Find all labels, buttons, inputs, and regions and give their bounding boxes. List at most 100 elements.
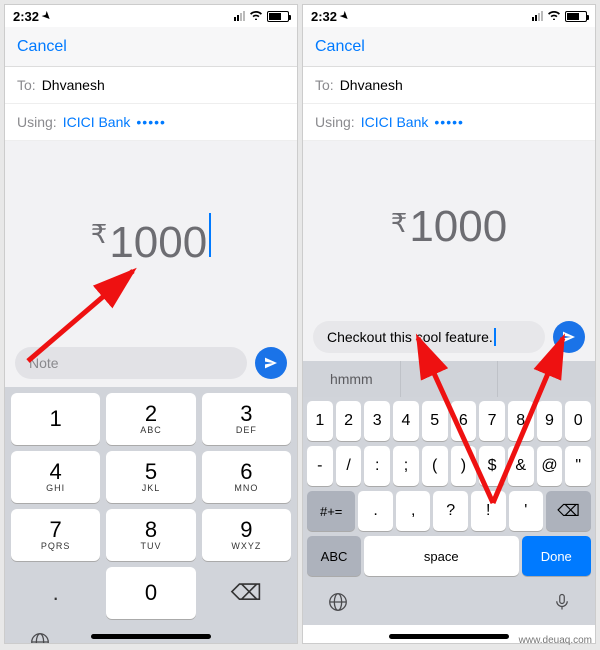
key-2[interactable]: 2ABC <box>106 393 195 445</box>
key-7[interactable]: 7 <box>479 401 505 441</box>
qwerty-keyboard: 1 2 3 4 5 6 7 8 9 0 - / : ; ( ) $ & @ " … <box>303 397 595 585</box>
key-altshift[interactable]: #+= <box>307 491 355 531</box>
account-masked: ••••• <box>136 114 166 130</box>
note-placeholder: Note <box>29 355 59 371</box>
note-bar: Note <box>5 339 297 387</box>
key-quote[interactable]: " <box>565 446 591 486</box>
numeric-keypad: 1 2ABC 3DEF 4GHI 5JKL 6MNO 7PQRS 8TUV 9W… <box>5 387 297 625</box>
key-space[interactable]: space <box>364 536 518 576</box>
key-rparen[interactable]: ) <box>451 446 477 486</box>
predictive-item[interactable]: hmmm <box>303 361 401 397</box>
text-cursor <box>209 213 211 257</box>
battery-icon <box>267 11 289 22</box>
mic-icon[interactable] <box>553 591 571 619</box>
status-time: 2:32 <box>311 9 337 24</box>
key-8[interactable]: 8TUV <box>106 509 195 561</box>
amount-area[interactable]: ₹ 1000 <box>5 141 297 339</box>
key-at[interactable]: @ <box>537 446 563 486</box>
predictive-bar: hmmm <box>303 361 595 397</box>
navbar: Cancel <box>5 27 297 67</box>
key-apostrophe[interactable]: ' <box>509 491 544 531</box>
using-label: Using: <box>315 114 355 130</box>
wifi-icon <box>249 9 263 23</box>
key-4[interactable]: 4GHI <box>11 451 100 503</box>
key-question[interactable]: ? <box>433 491 468 531</box>
key-dot[interactable]: . <box>11 567 100 619</box>
key-8[interactable]: 8 <box>508 401 534 441</box>
key-dollar[interactable]: $ <box>479 446 505 486</box>
signal-icon <box>234 11 245 21</box>
key-done[interactable]: Done <box>522 536 592 576</box>
text-cursor <box>494 328 496 346</box>
key-5[interactable]: 5JKL <box>106 451 195 503</box>
location-icon: ➤ <box>337 9 351 23</box>
note-input[interactable]: Checkout this cool feature. <box>313 321 545 353</box>
key-4[interactable]: 4 <box>393 401 419 441</box>
key-9[interactable]: 9WXYZ <box>202 509 291 561</box>
key-semicolon[interactable]: ; <box>393 446 419 486</box>
keyboard-bottom-bar <box>303 585 595 625</box>
watermark: www.deuaq.com <box>519 635 592 646</box>
currency-symbol: ₹ <box>391 208 408 239</box>
key-7[interactable]: 7PQRS <box>11 509 100 561</box>
key-0[interactable]: 0 <box>565 401 591 441</box>
key-1[interactable]: 1 <box>307 401 333 441</box>
phone-right: 2:32 ➤ Cancel To: Dhvanesh Using: ICICI … <box>302 4 596 644</box>
key-0[interactable]: 0 <box>106 567 195 619</box>
key-3[interactable]: 3DEF <box>202 393 291 445</box>
key-5[interactable]: 5 <box>422 401 448 441</box>
globe-icon[interactable] <box>327 591 349 619</box>
key-amp[interactable]: & <box>508 446 534 486</box>
key-9[interactable]: 9 <box>537 401 563 441</box>
to-row[interactable]: To: Dhvanesh <box>5 67 297 104</box>
home-indicator[interactable] <box>91 634 211 639</box>
using-row[interactable]: Using: ICICI Bank ••••• <box>303 104 595 141</box>
predictive-item[interactable] <box>498 361 595 397</box>
key-abc[interactable]: ABC <box>307 536 361 576</box>
key-comma[interactable]: , <box>396 491 431 531</box>
key-dash[interactable]: - <box>307 446 333 486</box>
status-bar: 2:32 ➤ <box>5 5 297 27</box>
key-backspace[interactable]: ⌫ <box>546 491 591 531</box>
location-icon: ➤ <box>39 9 53 23</box>
home-indicator[interactable] <box>389 634 509 639</box>
amount-value: 1000 <box>109 218 207 268</box>
note-bar: Checkout this cool feature. <box>303 313 595 361</box>
key-6[interactable]: 6MNO <box>202 451 291 503</box>
account-masked: ••••• <box>434 114 464 130</box>
battery-icon <box>565 11 587 22</box>
key-3[interactable]: 3 <box>364 401 390 441</box>
globe-icon[interactable] <box>29 631 51 644</box>
amount-area[interactable]: ₹ 1000 <box>303 141 595 313</box>
cancel-button[interactable]: Cancel <box>17 38 67 56</box>
key-exclaim[interactable]: ! <box>471 491 506 531</box>
predictive-item[interactable] <box>401 361 499 397</box>
amount-value: 1000 <box>409 202 507 252</box>
to-label: To: <box>315 77 334 93</box>
to-row[interactable]: To: Dhvanesh <box>303 67 595 104</box>
bank-name: ICICI Bank <box>63 114 131 130</box>
note-input[interactable]: Note <box>15 347 247 379</box>
key-backspace[interactable]: ⌫ <box>202 567 291 619</box>
key-slash[interactable]: / <box>336 446 362 486</box>
signal-icon <box>532 11 543 21</box>
key-6[interactable]: 6 <box>451 401 477 441</box>
cancel-button[interactable]: Cancel <box>315 38 365 56</box>
key-2[interactable]: 2 <box>336 401 362 441</box>
status-time: 2:32 <box>13 9 39 24</box>
key-1[interactable]: 1 <box>11 393 100 445</box>
send-button[interactable] <box>255 347 287 379</box>
using-row[interactable]: Using: ICICI Bank ••••• <box>5 104 297 141</box>
bank-name: ICICI Bank <box>361 114 429 130</box>
key-period[interactable]: . <box>358 491 393 531</box>
key-lparen[interactable]: ( <box>422 446 448 486</box>
note-value: Checkout this cool feature. <box>327 329 493 345</box>
currency-symbol: ₹ <box>91 219 108 250</box>
key-colon[interactable]: : <box>364 446 390 486</box>
wifi-icon <box>547 9 561 23</box>
send-button[interactable] <box>553 321 585 353</box>
status-bar: 2:32 ➤ <box>303 5 595 27</box>
to-label: To: <box>17 77 36 93</box>
using-label: Using: <box>17 114 57 130</box>
to-value: Dhvanesh <box>340 77 403 93</box>
